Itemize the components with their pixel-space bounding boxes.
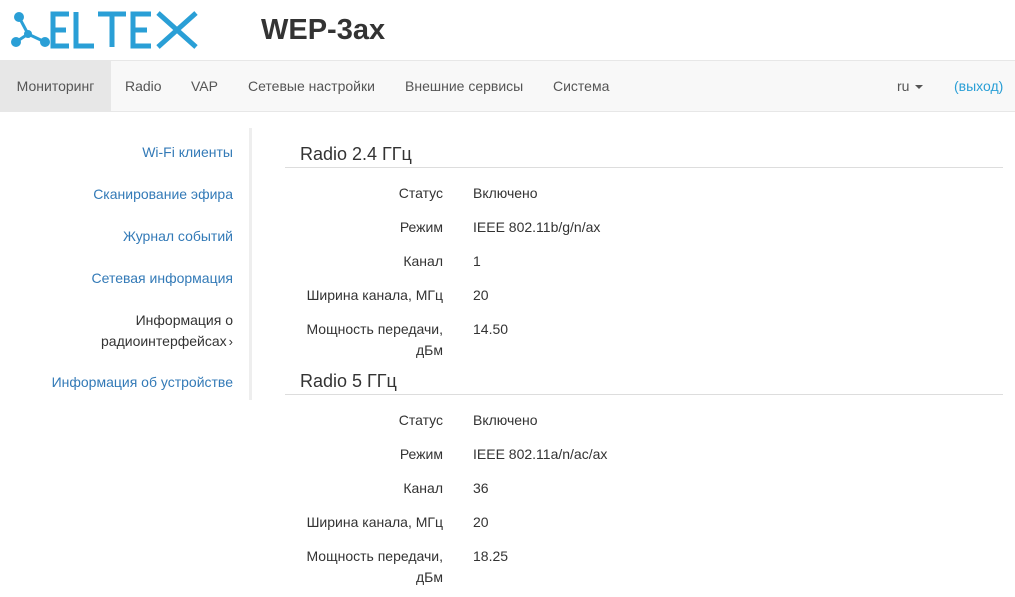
section-title-radio-24: Radio 2.4 ГГц: [300, 144, 412, 164]
sidebar-item-radio-info-line1: Информация о: [135, 312, 233, 328]
row-label-tx-power-line1: Мощность передачи,: [306, 321, 443, 337]
main-navbar: Мониторинг Radio VAP Сетевые настройки В…: [0, 60, 1015, 112]
sidebar-item-network-info[interactable]: Сетевая информация: [92, 268, 233, 289]
nav-vap[interactable]: VAP: [191, 61, 218, 111]
logout-link[interactable]: (выход): [954, 61, 1003, 111]
row-value-status: Включено: [473, 185, 538, 201]
sidebar-item-air-scan[interactable]: Сканирование эфира: [93, 184, 233, 205]
nav-external-services[interactable]: Внешние сервисы: [405, 61, 523, 111]
row-value-status: Включено: [473, 412, 538, 428]
language-dropdown[interactable]: ru: [897, 61, 924, 111]
nav-system[interactable]: Система: [553, 61, 609, 111]
row-value-channel: 36: [473, 480, 489, 496]
row-label-mode: Режим: [399, 219, 443, 235]
eltex-logo-graphic: [11, 11, 198, 49]
row-label-status: Статус: [398, 412, 443, 428]
row-label-status: Статус: [398, 185, 443, 201]
device-model-title: WEP-3ax: [261, 14, 386, 46]
section-divider: [285, 167, 1003, 168]
chevron-right-icon: ›: [228, 334, 233, 349]
row-value-mode: IEEE 802.11b/g/n/ax: [473, 219, 601, 235]
row-label-channel-width: Ширина канала, МГц: [306, 287, 443, 303]
nav-monitoring[interactable]: Мониторинг: [0, 61, 111, 111]
row-value-channel-width: 20: [473, 287, 489, 303]
row-label-tx-power: Мощность передачи, дБм: [306, 319, 443, 361]
row-label-channel: Канал: [403, 253, 443, 269]
row-label-tx-power: Мощность передачи, дБм: [306, 546, 443, 588]
row-label-tx-power-line1: Мощность передачи,: [306, 548, 443, 564]
monitoring-sidebar: Wi-Fi клиенты Сканирование эфира Журнал …: [0, 128, 252, 400]
section-title-radio-5: Radio 5 ГГц: [300, 371, 397, 391]
sidebar-item-radio-info-line2: радиоинтерфейсах: [101, 333, 227, 349]
sidebar-item-radio-info[interactable]: Информация о радиоинтерфейсах ›: [101, 310, 233, 352]
section-divider: [285, 394, 1003, 395]
nav-radio[interactable]: Radio: [125, 61, 162, 111]
row-value-channel-width: 20: [473, 514, 489, 530]
language-label: ru: [897, 78, 910, 94]
row-value-tx-power: 18.25: [473, 548, 509, 564]
row-value-channel: 1: [473, 253, 481, 269]
caret-down-icon: [915, 85, 924, 90]
row-label-tx-power-line2: дБм: [416, 569, 443, 585]
sidebar-item-event-log[interactable]: Журнал событий: [123, 226, 233, 247]
row-label-mode: Режим: [399, 446, 443, 462]
row-value-tx-power: 14.50: [473, 321, 509, 337]
eltex-logo[interactable]: [8, 9, 200, 51]
nav-network-settings[interactable]: Сетевые настройки: [248, 61, 375, 111]
sidebar-item-wifi-clients[interactable]: Wi-Fi клиенты: [142, 142, 233, 163]
header: WEP-3ax: [0, 0, 1015, 60]
row-label-tx-power-line2: дБм: [416, 342, 443, 358]
row-label-channel-width: Ширина канала, МГц: [306, 514, 443, 530]
row-label-channel: Канал: [403, 480, 443, 496]
sidebar-item-device-info[interactable]: Информация об устройстве: [52, 372, 233, 393]
row-value-mode: IEEE 802.11a/n/ac/ax: [473, 446, 608, 462]
